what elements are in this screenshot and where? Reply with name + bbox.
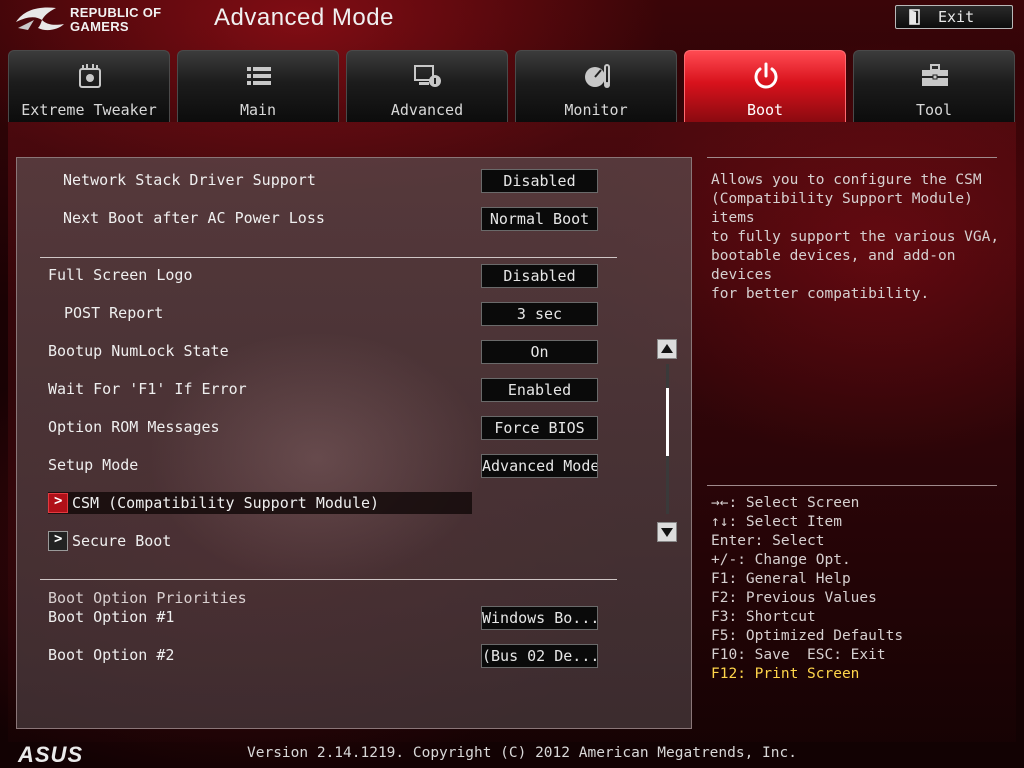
help-divider xyxy=(707,157,997,158)
section-divider xyxy=(40,257,617,258)
csm-submenu-label[interactable]: CSM (Compatibility Support Module) xyxy=(72,493,379,513)
section-divider xyxy=(40,579,617,580)
numlock-label: Bootup NumLock State xyxy=(48,342,229,360)
extreme-tweaker-icon xyxy=(79,64,101,88)
numlock-select[interactable]: On xyxy=(481,340,598,364)
option-rom-select[interactable]: Force BIOS xyxy=(481,416,598,440)
post-report-select[interactable]: 3 sec xyxy=(481,302,598,326)
key-hint: F2: Previous Values xyxy=(711,590,877,606)
tab-label: Main xyxy=(239,101,277,119)
key-hint: →←: Select Screen xyxy=(711,495,860,511)
secure-boot-submenu-arrow-icon[interactable]: > xyxy=(48,531,68,551)
exit-button[interactable]: Exit xyxy=(895,5,1013,29)
key-hint: F5: Optimized Defaults xyxy=(711,628,904,644)
power-icon xyxy=(754,62,778,89)
tab-boot[interactable]: Boot xyxy=(684,50,846,122)
page-title: Advanced Mode xyxy=(214,4,394,31)
next-boot-ac-label: Next Boot after AC Power Loss xyxy=(63,209,325,227)
boot-option-1-label: Boot Option #1 xyxy=(48,608,175,626)
rog-eye-icon xyxy=(16,7,64,31)
tab-label: Boot xyxy=(746,101,784,119)
list-icon xyxy=(247,67,271,85)
csm-submenu-arrow-icon[interactable]: > xyxy=(48,493,68,513)
version-footer: Version 2.14.1219. Copyright (C) 2012 Am… xyxy=(247,745,797,761)
boot-priorities-heading: Boot Option Priorities xyxy=(48,589,247,607)
option-rom-label: Option ROM Messages xyxy=(48,418,220,436)
post-report-label: POST Report xyxy=(64,304,164,322)
tab-tool[interactable]: Tool xyxy=(853,50,1015,122)
boot-option-1-select[interactable]: Windows Bo... xyxy=(481,606,598,630)
tab-label: Advanced xyxy=(390,101,464,119)
tab-label: Tool xyxy=(915,101,953,119)
key-legend: →←: Select Screen ↑↓: Select Item Enter:… xyxy=(711,494,1011,684)
tab-monitor[interactable]: Monitor xyxy=(515,50,677,122)
monitor-gauge-icon xyxy=(585,64,610,88)
wait-f1-select[interactable]: Enabled xyxy=(481,378,598,402)
key-hint: Enter: Select xyxy=(711,533,825,549)
help-description: Allows you to configure the CSM (Compati… xyxy=(711,172,1000,302)
scroll-down-button[interactable] xyxy=(657,522,677,542)
print-screen-key-hint: F12: Print Screen xyxy=(711,666,860,682)
key-hint: F3: Shortcut xyxy=(711,609,816,625)
full-screen-logo-label: Full Screen Logo xyxy=(48,266,193,284)
toolbox-icon xyxy=(922,64,948,86)
scrollbar-thumb[interactable] xyxy=(666,388,669,456)
triangle-down-icon xyxy=(661,528,673,537)
exit-label: Exit xyxy=(938,8,975,26)
tab-main[interactable]: Main xyxy=(177,50,339,122)
key-hint: F1: General Help xyxy=(711,571,851,587)
tab-extreme-tweaker[interactable]: Extreme Tweaker xyxy=(8,50,170,122)
setup-mode-select[interactable]: Advanced Mode xyxy=(481,454,598,478)
key-hint: +/-: Change Opt. xyxy=(711,552,851,568)
tab-advanced[interactable]: Advanced xyxy=(346,50,508,122)
wait-f1-label: Wait For 'F1' If Error xyxy=(48,380,247,398)
network-stack-select[interactable]: Disabled xyxy=(481,169,598,193)
advanced-icon xyxy=(414,65,441,87)
network-stack-label: Network Stack Driver Support xyxy=(63,171,316,189)
rog-logo: REPUBLIC OF GAMERS xyxy=(14,4,184,34)
next-boot-ac-select[interactable]: Normal Boot xyxy=(481,207,598,231)
boot-option-2-label: Boot Option #2 xyxy=(48,646,175,664)
brand-line-2: GAMERS xyxy=(70,19,129,34)
boot-option-2-select[interactable]: (Bus 02 De... xyxy=(481,644,598,668)
triangle-up-icon xyxy=(661,344,673,353)
scroll-up-button[interactable] xyxy=(657,339,677,359)
setup-mode-label: Setup Mode xyxy=(48,456,139,474)
key-hint: F10: Save ESC: Exit xyxy=(711,647,886,663)
key-hint: ↑↓: Select Item xyxy=(711,514,842,530)
exit-door-icon xyxy=(909,9,920,25)
tab-label: Monitor xyxy=(564,101,628,119)
full-screen-logo-select[interactable]: Disabled xyxy=(481,264,598,288)
tab-label: Extreme Tweaker xyxy=(21,101,157,119)
help-divider xyxy=(707,485,997,486)
secure-boot-submenu-label[interactable]: Secure Boot xyxy=(72,531,171,551)
brand-line-1: REPUBLIC OF xyxy=(70,5,162,20)
